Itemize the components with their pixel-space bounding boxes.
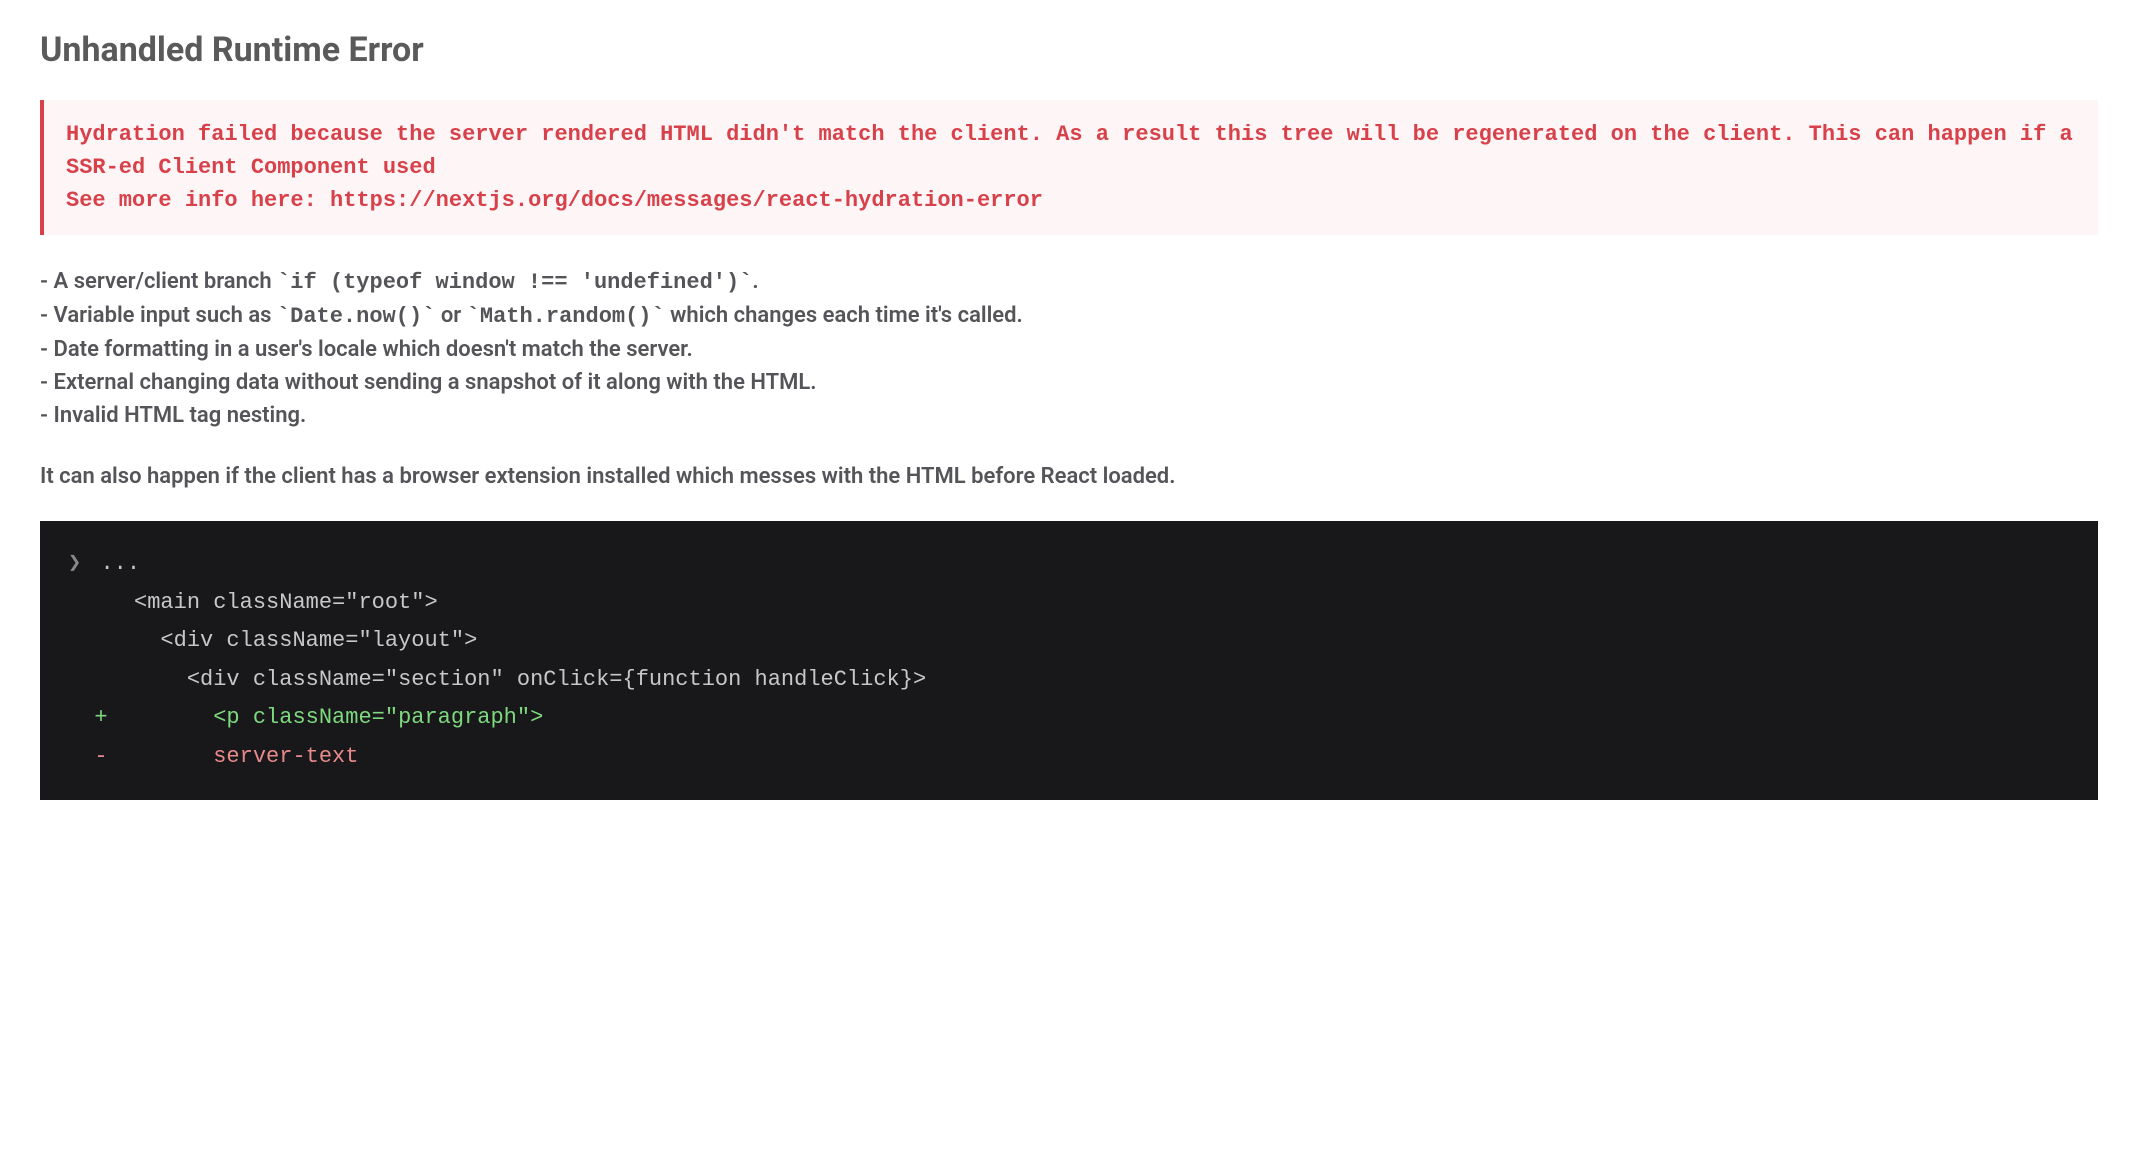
cause-item: - Variable input such as `Date.now()` or…: [40, 299, 2098, 333]
cause-item: - Invalid HTML tag nesting.: [40, 399, 2098, 432]
chevron-right-icon: ❯: [68, 545, 94, 584]
code-line: <div className="section" onClick={functi…: [68, 661, 2070, 700]
diff-remove-marker: -: [68, 744, 213, 769]
code-line: - server-text: [68, 738, 2070, 777]
code-line: ❯ ...: [68, 545, 2070, 584]
code-text: ...: [100, 551, 140, 576]
code-text: <div className="section" onClick={functi…: [187, 667, 926, 692]
diff-add-marker: +: [68, 705, 213, 730]
code-text: server-text: [213, 744, 358, 769]
code-diff-block: ❯ ... <main className="root"> <div class…: [40, 521, 2098, 800]
cause-item: - Date formatting in a user's locale whi…: [40, 333, 2098, 366]
error-message-box: Hydration failed because the server rend…: [40, 100, 2098, 235]
code-text: <p className="paragraph">: [213, 705, 543, 730]
code-indent: [68, 590, 134, 615]
error-message-text: Hydration failed because the server rend…: [66, 118, 2076, 217]
code-text: <main className="root">: [134, 590, 438, 615]
cause-item: - External changing data without sending…: [40, 366, 2098, 399]
code-indent: [68, 628, 160, 653]
error-title: Unhandled Runtime Error: [40, 30, 2098, 70]
code-line: <div className="layout">: [68, 622, 2070, 661]
code-indent: [68, 667, 187, 692]
code-line: <main className="root">: [68, 584, 2070, 623]
code-line: + <p className="paragraph">: [68, 699, 2070, 738]
code-text: <div className="layout">: [160, 628, 477, 653]
additional-note: It can also happen if the client has a b…: [40, 460, 2098, 493]
cause-item: - A server/client branch `if (typeof win…: [40, 265, 2098, 299]
causes-list: - A server/client branch `if (typeof win…: [40, 265, 2098, 432]
